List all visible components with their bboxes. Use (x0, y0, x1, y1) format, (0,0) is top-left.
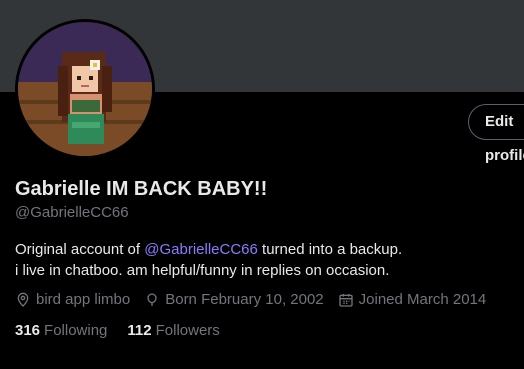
edit-profile-button[interactable]: Edit profile (468, 104, 524, 164)
following-count: 316 (15, 322, 41, 339)
followers-count: 112 (127, 322, 152, 339)
profile-handle: @GabrielleCC66 (15, 204, 129, 221)
avatar[interactable] (15, 19, 155, 159)
follow-stats: 316 Following 112 Followers (15, 322, 240, 339)
following-link[interactable]: 316 Following (15, 322, 107, 339)
profile-meta: bird app limbo Born February 10, 2002 Jo… (15, 291, 500, 308)
avatar-image (18, 22, 152, 156)
followers-label: Followers (155, 322, 220, 339)
profile-joined: Joined March 2014 (338, 291, 487, 308)
bio-mention-link[interactable]: @GabrielleCC66 (144, 241, 258, 258)
bio-line-1: Original account of @GabrielleCC66 turne… (15, 239, 515, 260)
location-pin-icon (17, 292, 29, 307)
calendar-icon (338, 293, 353, 307)
bio-line-2: i live in chatboo. am helpful/funny in r… (15, 262, 390, 279)
bio-text-suffix: turned into a backup. (257, 241, 403, 258)
profile-birthday: Born February 10, 2002 (144, 291, 324, 308)
profile-location: bird app limbo (15, 291, 130, 308)
profile-bio: Original account of @GabrielleCC66 turne… (15, 239, 515, 281)
location-text: bird app limbo (36, 291, 131, 308)
birthday-text: Born February 10, 2002 (165, 291, 324, 308)
following-label: Following (44, 322, 108, 339)
bio-text-prefix: Original account of (15, 241, 145, 258)
profile-display-name: Gabrielle IM BACK BABY!! (15, 178, 268, 200)
joined-text: Joined March 2014 (358, 291, 487, 308)
followers-link[interactable]: 112 Followers (127, 322, 219, 339)
balloon-icon (147, 292, 157, 306)
